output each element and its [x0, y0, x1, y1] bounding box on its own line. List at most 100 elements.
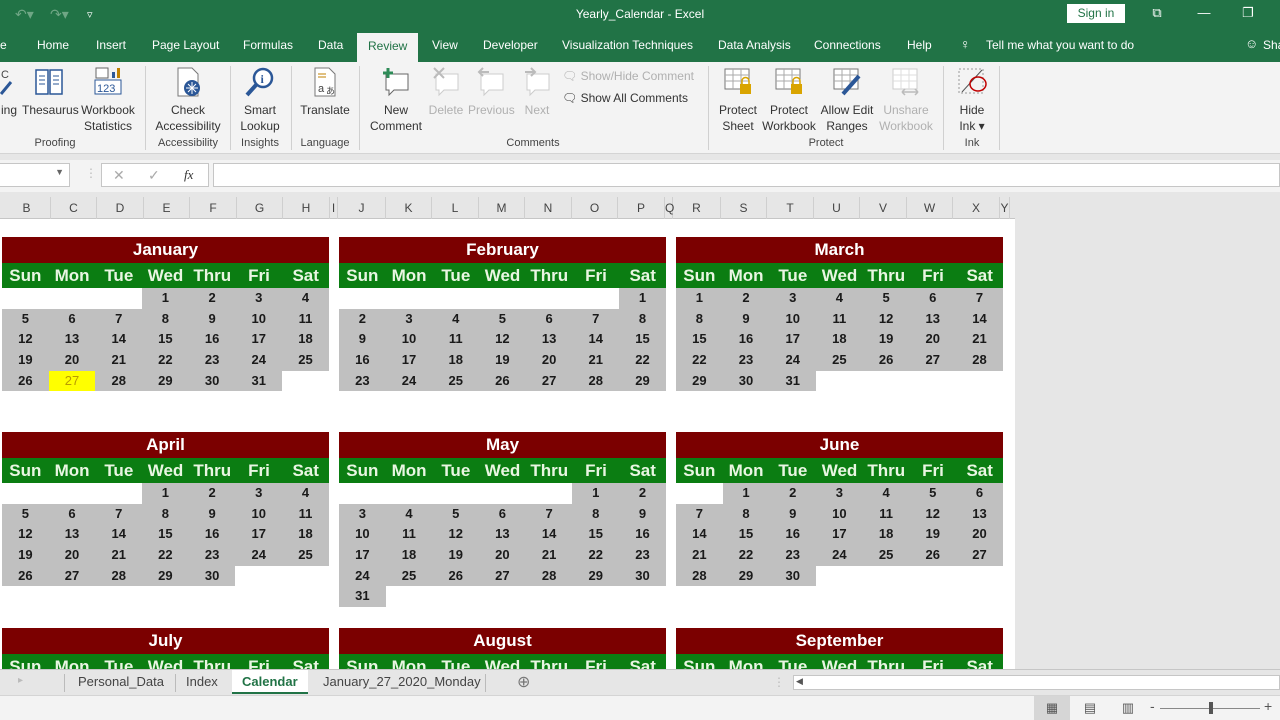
day-cell[interactable]: 1	[142, 483, 189, 504]
day-cell[interactable]: 11	[282, 308, 329, 330]
day-cell[interactable]: 18	[282, 329, 329, 351]
weekday-label[interactable]: Sun	[339, 458, 386, 483]
day-cell[interactable]: 19	[909, 524, 957, 546]
column-header-w[interactable]: W	[907, 197, 953, 219]
day-cell[interactable]: 15	[722, 524, 770, 546]
day-cell[interactable]: 11	[282, 503, 329, 525]
day-cell[interactable]: 24	[385, 370, 433, 392]
empty-cell[interactable]	[49, 483, 96, 504]
day-cell[interactable]: 28	[95, 565, 143, 587]
day-cell[interactable]: 9	[188, 308, 236, 330]
weekday-label[interactable]: Tue	[95, 458, 142, 483]
month-title[interactable]: March	[676, 237, 1003, 263]
day-cell[interactable]: 11	[432, 329, 480, 351]
day-cell[interactable]: 2	[619, 483, 666, 504]
day-cell[interactable]: 25	[816, 350, 863, 371]
empty-cell[interactable]	[816, 566, 863, 587]
day-cell[interactable]: 9	[769, 503, 817, 525]
day-cell[interactable]: 24	[235, 350, 283, 371]
column-header-c[interactable]: C	[51, 197, 97, 219]
weekday-label[interactable]: Sat	[956, 458, 1003, 483]
day-cell[interactable]: 30	[188, 370, 236, 392]
weekday-label[interactable]: Tue	[769, 458, 816, 483]
weekday-label[interactable]: Fri	[573, 458, 620, 483]
day-cell[interactable]: 9	[619, 503, 666, 525]
column-header-t[interactable]: T	[767, 197, 814, 219]
month-title[interactable]: August	[339, 628, 666, 654]
day-cell[interactable]: 2	[188, 483, 236, 504]
tab-connections[interactable]: Connections	[814, 38, 881, 52]
day-cell[interactable]: 15	[572, 524, 620, 546]
day-cell[interactable]: 5	[432, 503, 480, 525]
allow-edit-ranges-button[interactable]: Allow Edit Ranges	[818, 66, 876, 134]
column-header-i[interactable]: I	[330, 197, 338, 219]
day-cell[interactable]: 22	[676, 350, 723, 371]
weekday-label[interactable]: Fri	[236, 654, 283, 669]
day-cell[interactable]: 20	[48, 545, 96, 566]
day-cell[interactable]: 26	[2, 370, 49, 392]
day-cell[interactable]: 3	[816, 483, 863, 504]
weekday-label[interactable]: Wed	[816, 263, 863, 288]
empty-cell[interactable]	[956, 371, 1003, 392]
column-header-u[interactable]: U	[814, 197, 860, 219]
enter-icon[interactable]: ✓	[148, 167, 160, 184]
weekday-label[interactable]: Sun	[339, 654, 386, 669]
weekday-label[interactable]: Tue	[432, 654, 479, 669]
empty-cell[interactable]	[863, 371, 910, 392]
empty-cell[interactable]	[909, 371, 956, 392]
day-cell[interactable]: 2	[339, 308, 386, 330]
day-cell[interactable]: 4	[432, 308, 480, 330]
weekday-label[interactable]: Sun	[676, 263, 723, 288]
day-cell[interactable]: 28	[95, 370, 143, 392]
column-header-b[interactable]: B	[3, 197, 51, 219]
day-cell[interactable]: 14	[95, 329, 143, 351]
day-cell[interactable]: 16	[769, 524, 817, 546]
cancel-icon[interactable]: ✕	[113, 167, 125, 184]
day-cell[interactable]: 10	[816, 503, 863, 525]
empty-cell[interactable]	[432, 586, 479, 607]
weekday-label[interactable]: Tue	[432, 458, 479, 483]
day-cell[interactable]: 1	[572, 483, 620, 504]
zoom-out-icon[interactable]: -	[1150, 698, 1155, 714]
empty-cell[interactable]	[95, 288, 142, 309]
day-cell[interactable]: 5	[479, 308, 526, 330]
weekday-label[interactable]: Sat	[282, 458, 329, 483]
add-sheet-icon[interactable]: ⊕	[517, 672, 530, 692]
weekday-label[interactable]: Sat	[619, 263, 666, 288]
page-layout-view-icon[interactable]: ▤	[1072, 696, 1108, 720]
day-cell[interactable]: 6	[48, 308, 96, 330]
day-cell[interactable]: 9	[339, 329, 386, 351]
weekday-label[interactable]: Fri	[910, 458, 957, 483]
day-cell[interactable]: 21	[956, 329, 1003, 351]
day-cell[interactable]: 29	[142, 370, 189, 392]
day-cell[interactable]: 26	[432, 565, 480, 587]
weekday-label[interactable]: Mon	[386, 654, 433, 669]
empty-cell[interactable]	[572, 288, 619, 309]
weekday-label[interactable]: Mon	[49, 263, 96, 288]
weekday-label[interactable]: Mon	[723, 458, 770, 483]
day-cell[interactable]: 11	[816, 308, 863, 330]
day-cell[interactable]: 29	[722, 565, 770, 587]
weekday-label[interactable]: Sun	[676, 654, 723, 669]
weekday-label[interactable]: Tue	[769, 263, 816, 288]
empty-cell[interactable]	[432, 288, 479, 309]
month-title[interactable]: July	[2, 628, 329, 654]
weekday-label[interactable]: Mon	[49, 654, 96, 669]
day-cell[interactable]: 13	[956, 503, 1003, 525]
month-title[interactable]: April	[2, 432, 329, 458]
tab-data[interactable]: Data	[318, 38, 343, 52]
day-cell[interactable]: 19	[2, 545, 49, 566]
empty-cell[interactable]	[339, 483, 386, 504]
tab-view[interactable]: View	[432, 38, 458, 52]
day-cell[interactable]: 8	[142, 503, 189, 525]
day-cell[interactable]: 3	[235, 288, 283, 309]
next-comment-button[interactable]: Next	[518, 66, 556, 118]
weekday-label[interactable]: Thru	[526, 263, 573, 288]
weekday-label[interactable]: Fri	[573, 263, 620, 288]
empty-cell[interactable]	[2, 483, 49, 504]
weekday-label[interactable]: Thru	[863, 263, 910, 288]
weekday-label[interactable]: Sun	[676, 458, 723, 483]
day-cell[interactable]: 1	[722, 483, 770, 504]
worksheet-grid[interactable]: January Sun Mon Tue Wed Thru Fri Sat 1 2 3 4 5 6 7 8 9 10…	[0, 219, 1015, 669]
check-accessibility-button[interactable]: Check Accessibility	[152, 66, 224, 134]
